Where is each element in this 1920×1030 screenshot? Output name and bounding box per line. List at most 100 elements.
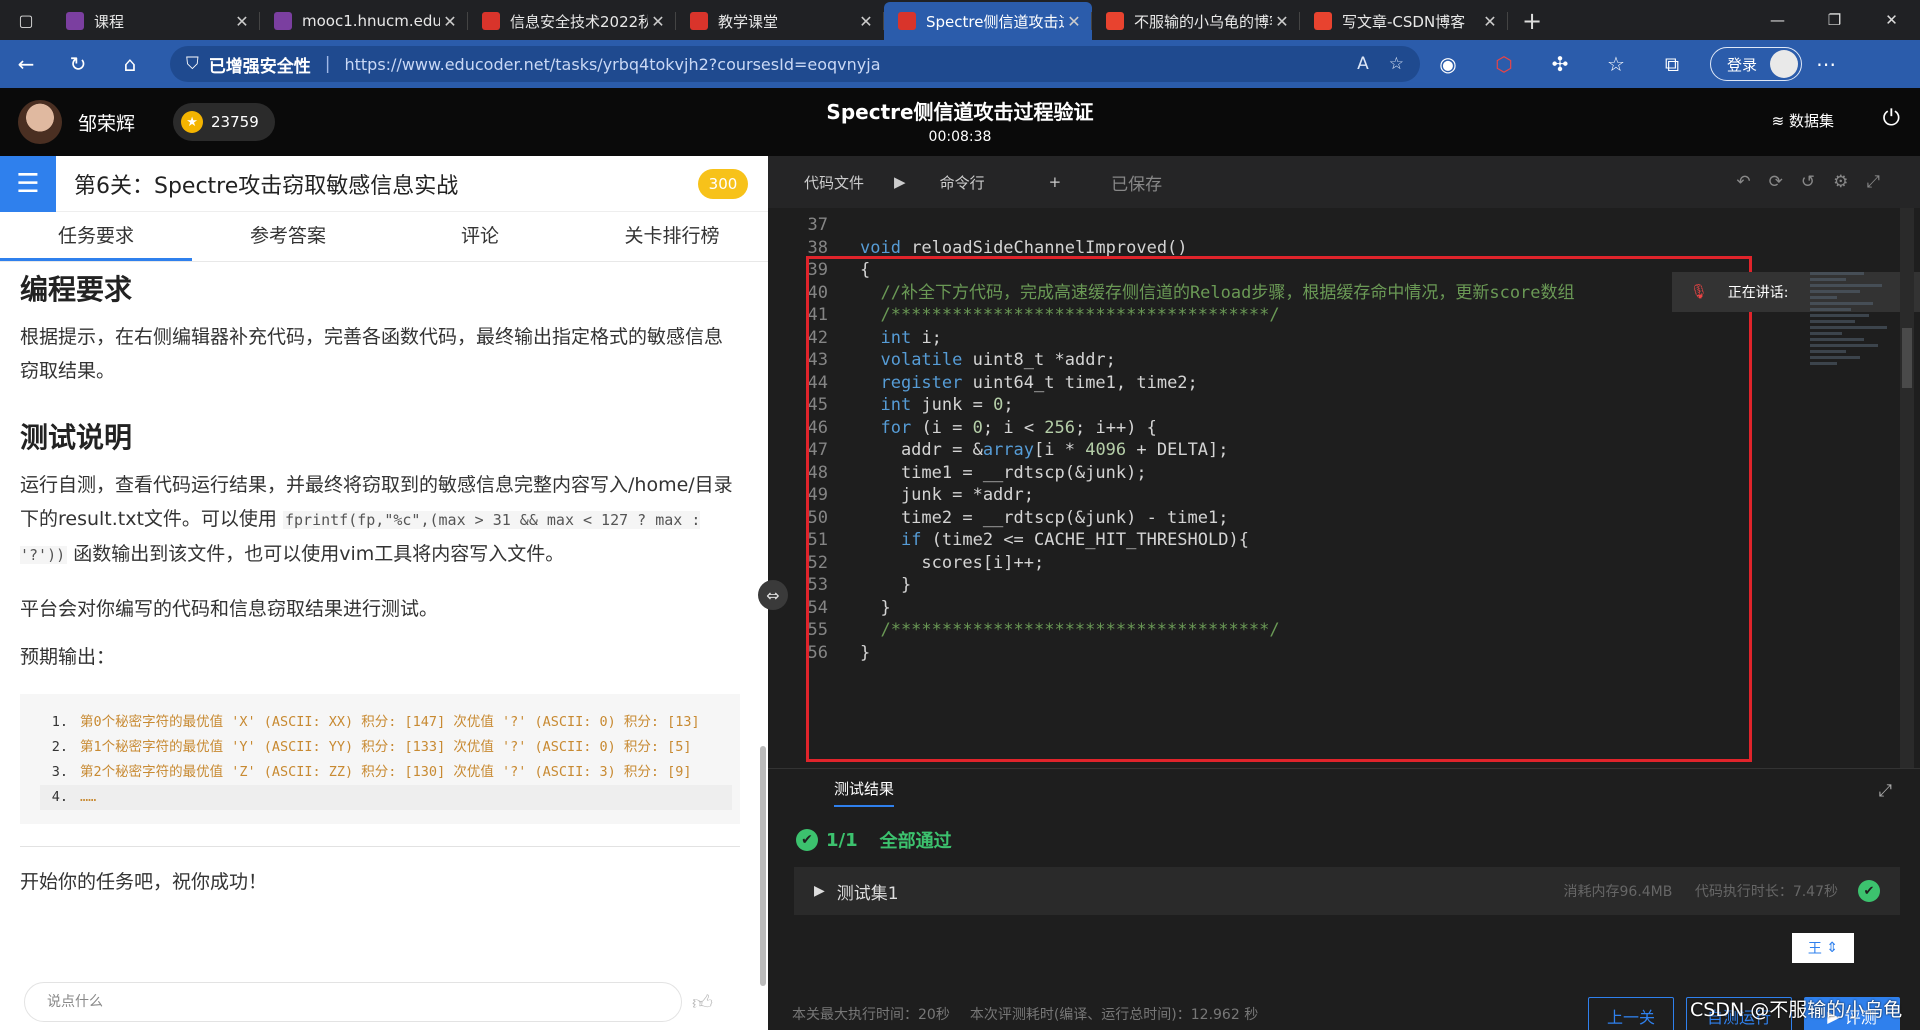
security-label: 已增强安全性: [208, 56, 311, 77]
url-separator: |: [324, 54, 331, 74]
layers-icon: ≋: [1771, 112, 1785, 130]
expected-line: 2. 第1个秘密字符的最优值 'Y' (ASCII: YY) 积分: [133] …: [51, 739, 692, 755]
tab-requirements[interactable]: 任务要求: [0, 212, 192, 261]
login-label: 登录: [1727, 55, 1758, 74]
tab-comments[interactable]: 评论: [384, 212, 576, 261]
home-icon[interactable]: ⌂: [104, 40, 156, 88]
thumbs-up-icon[interactable]: 👍︎: [692, 990, 713, 1015]
undo-icon[interactable]: ↶: [1736, 172, 1750, 192]
browser-tab[interactable]: 课程 ✕: [52, 2, 260, 40]
tab-close-icon[interactable]: ✕: [1272, 12, 1292, 31]
divider: [20, 846, 740, 847]
tab-title: 写文章-CSDN博客: [1342, 12, 1466, 31]
tab-close-icon[interactable]: ✕: [440, 12, 460, 31]
browser-tab[interactable]: 不服输的小乌龟的博客 ✕: [1092, 2, 1300, 40]
url-text[interactable]: https://www.educoder.net/tasks/yrbq4tokv…: [344, 55, 1337, 74]
fullscreen-icon[interactable]: ⤢: [1866, 172, 1880, 192]
read-aloud-icon[interactable]: A: [1357, 54, 1369, 74]
tab-favicon-icon: [898, 12, 916, 30]
browser-tab[interactable]: Spectre侧信道攻击过 ✕: [884, 2, 1092, 40]
tab-close-icon[interactable]: ✕: [856, 12, 876, 31]
refresh-icon[interactable]: ↻: [52, 40, 104, 88]
code-files-button[interactable]: 代码文件: [804, 172, 864, 193]
menu-icon[interactable]: ☰: [0, 155, 56, 212]
reset-icon[interactable]: ↺: [1801, 172, 1815, 192]
login-button[interactable]: 登录: [1710, 47, 1802, 81]
tab-ranking[interactable]: 关卡排行榜: [576, 212, 768, 261]
browser-tab[interactable]: mooc1.hnucm.edu.cn/✕: [260, 2, 468, 40]
dataset-label: 数据集: [1788, 112, 1834, 130]
tab-close-icon[interactable]: ✕: [1480, 12, 1500, 31]
testset-row[interactable]: ▶ 测试集1 消耗内存96.4MB 代码执行时长：7.47秒 ✔: [794, 867, 1900, 915]
new-tab-button[interactable]: +: [1508, 2, 1556, 40]
tab-close-icon[interactable]: ✕: [232, 12, 252, 31]
editor-toolbar: 代码文件 ▶ 命令行 + 已保存 ↶ ⟳ ↺ ⚙ ⤢: [768, 156, 1920, 208]
footer-total-time: 本次评测耗时(编译、运行总时间)：12.962 秒: [969, 1007, 1259, 1023]
window-controls: — ❐ ✕: [1749, 0, 1920, 40]
expand-triangle-icon[interactable]: ▶: [814, 883, 825, 899]
tab-close-icon[interactable]: ✕: [1064, 12, 1084, 31]
collections-icon[interactable]: ⧉: [1644, 52, 1700, 76]
extension-icon-1[interactable]: ◉: [1420, 52, 1476, 76]
browser-tab[interactable]: 写文章-CSDN博客 ✕: [1300, 2, 1508, 40]
page-title: Spectre侧信道攻击过程验证: [826, 100, 1094, 124]
paragraph-platform: 平台会对你编写的代码和信息窃取结果进行测试。: [20, 598, 439, 620]
shield-icon: ⛉: [186, 54, 199, 74]
expected-line: 1. 第0个秘密字符的最优值 'X' (ASCII: XX) 积分: [147] …: [51, 714, 700, 730]
prev-level-button[interactable]: 上一关: [1588, 997, 1674, 1030]
speaking-label: 正在讲话:: [1727, 285, 1789, 301]
play-icon[interactable]: ▶: [894, 173, 906, 191]
expand-icon[interactable]: ⤢: [1878, 781, 1892, 801]
minimize-icon[interactable]: —: [1749, 0, 1806, 40]
sync-icon[interactable]: ⟳: [1769, 172, 1783, 192]
browser-tabstrip: ▢ 课程✕mooc1.hnucm.edu.cn/✕信息安全技术2022秋✕教学课…: [0, 0, 1920, 40]
add-file-button[interactable]: +: [1049, 173, 1062, 191]
editor-scrollbar[interactable]: [1900, 208, 1914, 768]
panel-resize-icon[interactable]: ⇔: [758, 580, 788, 610]
paragraph-program: 根据提示，在右侧编辑器补充代码，完善各函数代码，最终输出指定格式的敏感信息窃取结…: [20, 326, 724, 382]
browser-tab[interactable]: 教学课堂 ✕: [676, 2, 884, 40]
task-content: 编程要求 根据提示，在右侧编辑器补充代码，完善各函数代码，最终输出指定格式的敏感…: [0, 262, 768, 962]
user-name[interactable]: 邹荣辉: [78, 109, 135, 136]
paragraph-good-luck: 开始你的任务吧，祝你成功！: [20, 871, 268, 893]
code-editor[interactable]: 37 38 void reloadSideChannelImproved() 39{4…: [768, 208, 1920, 768]
left-scrollbar[interactable]: [760, 746, 766, 986]
task-panel: ☰ 第6关：Spectre攻击窃取敏感信息实战 300 任务要求 参考答案 评论…: [0, 155, 768, 1030]
address-bar-row: ← ↻ ⌂ ⛉ 已增强安全性 | https://www.educoder.ne…: [0, 40, 1920, 88]
code-minimap[interactable]: [1810, 272, 1900, 472]
user-avatar[interactable]: [18, 100, 62, 144]
comment-input[interactable]: 说点什么: [24, 982, 682, 1022]
close-window-icon[interactable]: ✕: [1863, 0, 1920, 40]
tab-favicon-icon: [66, 12, 84, 30]
tab-favicon-icon: [1106, 12, 1124, 30]
tab-title: 课程: [94, 12, 125, 31]
settings-icon[interactable]: ⚙: [1833, 172, 1848, 192]
task-title-row: ☰ 第6关：Spectre攻击窃取敏感信息实战 300: [0, 155, 768, 212]
mic-muted-icon: 🎙︎: [1690, 284, 1708, 300]
favorites-icon[interactable]: ☆: [1588, 52, 1644, 76]
input-method-chip[interactable]: 王 ⇕: [1792, 933, 1854, 963]
add-favorite-icon[interactable]: ☆: [1389, 54, 1404, 74]
expected-output-block: 1. 第0个秘密字符的最优值 'X' (ASCII: XX) 积分: [147] …: [20, 694, 740, 824]
back-icon[interactable]: ←: [0, 40, 52, 88]
tab-title: 教学课堂: [718, 12, 779, 31]
extensions-icon[interactable]: ✣: [1532, 52, 1588, 76]
extension-icon-2[interactable]: ⬡: [1476, 52, 1532, 76]
tab-title: 不服输的小乌龟的博客: [1134, 12, 1272, 31]
cmdline-button[interactable]: 命令行: [940, 172, 985, 193]
header-center: Spectre侧信道攻击过程验证 00:08:38: [0, 96, 1920, 145]
tab-close-icon[interactable]: ✕: [648, 12, 668, 31]
tab-answer[interactable]: 参考答案: [192, 212, 384, 261]
more-icon[interactable]: ⋯: [1816, 52, 1836, 76]
dataset-button[interactable]: ≋ 数据集: [1772, 110, 1834, 131]
memory-usage: 消耗内存96.4MB: [1563, 884, 1673, 900]
heading-program: 编程要求: [20, 273, 133, 306]
restore-icon[interactable]: ❐: [1806, 0, 1863, 40]
power-icon[interactable]: ⏻: [1883, 106, 1900, 131]
url-field[interactable]: ⛉ 已增强安全性 | https://www.educoder.net/task…: [170, 46, 1420, 82]
expected-line: 4.……: [40, 785, 732, 810]
tab-favicon-icon: [1314, 12, 1332, 30]
browser-tab[interactable]: 信息安全技术2022秋 ✕: [468, 2, 676, 40]
results-tab[interactable]: 测试结果: [768, 769, 1920, 815]
window-menu-icon[interactable]: ▢: [0, 0, 52, 40]
